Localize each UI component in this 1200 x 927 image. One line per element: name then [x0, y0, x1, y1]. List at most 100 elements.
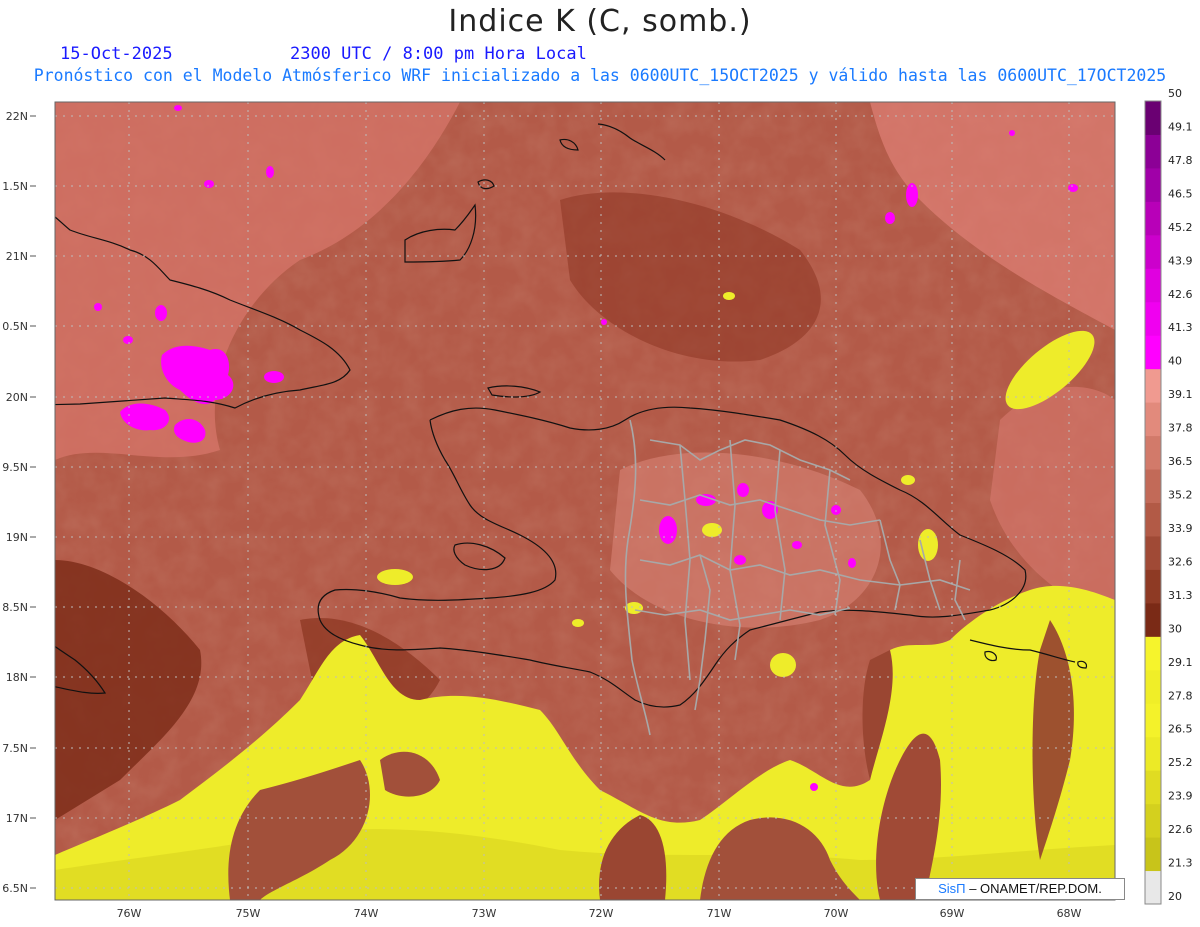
- lat-label: 17N: [6, 812, 28, 825]
- colorbar-level-label: 49.1: [1168, 120, 1193, 133]
- credit-text: – ONAMET/REP.DOM.: [969, 881, 1102, 896]
- colorbar-swatch: [1145, 435, 1161, 470]
- lat-label: 18N: [6, 671, 28, 684]
- lon-label: 74W: [354, 907, 379, 920]
- colorbar-level-label: 37.8: [1168, 422, 1193, 435]
- lon-label: 75W: [236, 907, 261, 920]
- k-low-pocket-7: [723, 292, 735, 300]
- colorbar-swatch: [1145, 669, 1161, 704]
- colorbar-level-label: 33.9: [1168, 522, 1193, 535]
- k-high-cell-19: [906, 183, 918, 207]
- k-high-cell-24: [601, 319, 607, 325]
- colorbar-swatch: [1145, 535, 1161, 570]
- colorbar-level-label: 30: [1168, 622, 1182, 635]
- lon-label: 71W: [707, 907, 732, 920]
- k-high-cell-4: [264, 371, 284, 383]
- colorbar-swatch: [1145, 502, 1161, 537]
- colorbar-swatch: [1145, 101, 1161, 135]
- lat-label: 22N: [6, 110, 28, 123]
- k-high-cell-6: [123, 336, 133, 344]
- colorbar: 20 21.3 22.6 23.9 25.2 26.5 27.8 29.1 30 31.3 32.6…: [1144, 87, 1193, 905]
- k-low-pocket-9: [572, 619, 584, 627]
- lat-label: 7.5N: [2, 742, 28, 755]
- sispi-logo: SisΠ: [938, 881, 966, 896]
- lon-label: 69W: [940, 907, 965, 920]
- lon-label: 70W: [824, 907, 849, 920]
- colorbar-level-label: 35.2: [1168, 489, 1193, 502]
- colorbar-level-label: 45.2: [1168, 221, 1193, 234]
- credit-box: SisΠ – ONAMET/REP.DOM.: [915, 878, 1125, 900]
- colorbar-swatch: [1145, 803, 1161, 838]
- colorbar-swatch: [1145, 402, 1161, 437]
- colorbar-level-label: 31.3: [1168, 589, 1193, 602]
- colorbar-level-label: 43.9: [1168, 254, 1193, 267]
- colorbar-swatch: [1145, 602, 1161, 637]
- lat-ticks: [30, 115, 36, 889]
- colorbar-swatch: [1145, 870, 1161, 905]
- colorbar-swatch: [1145, 167, 1161, 202]
- colorbar-swatch: [1145, 268, 1161, 303]
- colorbar-level-label: 41.3: [1168, 321, 1193, 334]
- colorbar-level-label: 21.3: [1168, 857, 1193, 870]
- lat-label: 20N: [6, 391, 28, 404]
- colorbar-level-label: 29.1: [1168, 656, 1193, 669]
- k-high-cell-8: [204, 180, 214, 188]
- colorbar-swatch: [1145, 703, 1161, 738]
- colorbar-swatch: [1145, 335, 1161, 370]
- lat-axis: 22N 1.5N 21N 0.5N 20N 9.5N 19N 8.5N 18N …: [2, 110, 28, 895]
- colorbar-level-label: 20: [1168, 890, 1182, 903]
- k-high-cell-16: [734, 555, 746, 565]
- colorbar-swatch: [1145, 770, 1161, 805]
- colorbar-swatch: [1145, 469, 1161, 503]
- k-high-cell-5: [155, 305, 167, 321]
- colorbar-swatch: [1145, 736, 1161, 771]
- k-high-cell-9: [174, 105, 182, 111]
- k-high-cell-7: [94, 303, 102, 311]
- k-high-cell-20: [885, 212, 895, 224]
- k-low-pocket-3: [770, 653, 796, 677]
- colorbar-swatch: [1145, 569, 1161, 604]
- k-high-cell-10: [266, 166, 274, 178]
- colorbar-level-label: 23.9: [1168, 790, 1193, 803]
- k-high-cell-23: [1009, 130, 1015, 136]
- lon-label: 72W: [589, 907, 614, 920]
- colorbar-swatch: [1145, 134, 1161, 169]
- colorbar-swatch: [1145, 636, 1161, 671]
- colorbar-swatch: [1145, 301, 1161, 336]
- colorbar-swatch: [1145, 234, 1161, 269]
- lat-label: 8.5N: [2, 601, 28, 614]
- k-high-cell-11: [659, 516, 677, 544]
- colorbar-level-label: 47.8: [1168, 154, 1193, 167]
- colorbar-level-label: 32.6: [1168, 555, 1193, 568]
- k-high-cell-17: [792, 541, 802, 549]
- colorbar-swatch: [1145, 368, 1161, 403]
- lat-label: 0.5N: [2, 320, 28, 333]
- colorbar-level-label: 26.5: [1168, 723, 1193, 736]
- lat-label: 19N: [6, 531, 28, 544]
- lon-axis: 76W 75W 74W 73W 72W 71W 70W 69W 68W: [117, 907, 1082, 920]
- lat-label: 6.5N: [2, 882, 28, 895]
- colorbar-level-label: 42.6: [1168, 288, 1193, 301]
- colorbar-level-label: 22.6: [1168, 823, 1193, 836]
- colorbar-level-label: 27.8: [1168, 689, 1193, 702]
- colorbar-level-label: 46.5: [1168, 187, 1193, 200]
- lat-label: 1.5N: [2, 180, 28, 193]
- lat-label: 21N: [6, 250, 28, 263]
- k-low-pocket-2: [377, 569, 413, 585]
- colorbar-swatch: [1145, 201, 1161, 236]
- lon-label: 73W: [472, 907, 497, 920]
- k-low-pocket-8: [901, 475, 915, 485]
- colorbar-level-label: 39.1: [1168, 388, 1193, 401]
- colorbar-level-label: 50: [1168, 87, 1182, 100]
- plot-area: [55, 102, 1115, 900]
- k-high-cell-18: [848, 558, 856, 568]
- k-high-cell-13: [737, 483, 749, 497]
- lon-label: 76W: [117, 907, 142, 920]
- k-index-map: 22N 1.5N 21N 0.5N 20N 9.5N 19N 8.5N 18N …: [2, 87, 1193, 920]
- colorbar-level-label: 40: [1168, 355, 1182, 368]
- colorbar-level-label: 25.2: [1168, 756, 1193, 769]
- k-high-cell-22: [810, 783, 818, 791]
- lon-label: 68W: [1057, 907, 1082, 920]
- colorbar-swatch: [1145, 837, 1161, 872]
- colorbar-level-label: 36.5: [1168, 455, 1193, 468]
